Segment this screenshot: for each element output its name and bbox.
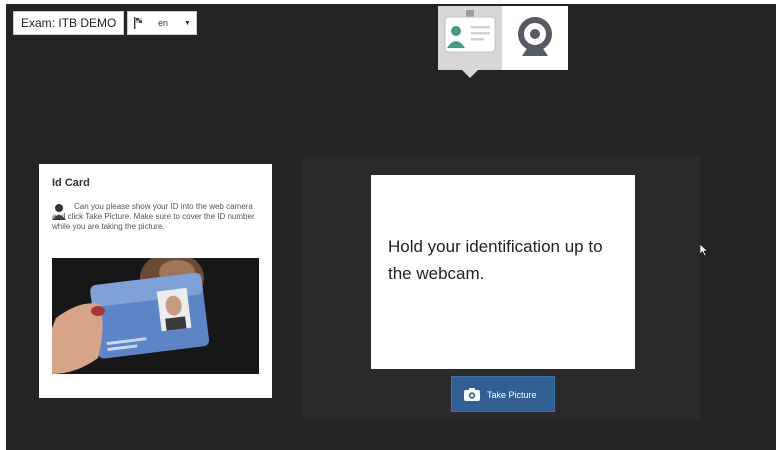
panel-title: Id Card [52, 177, 90, 189]
camera-icon [464, 388, 480, 401]
exam-proctoring-screen: Exam: ITB DEMO en ▼ Id Card Can you plea… [6, 4, 776, 450]
id-instructions: Can you please show your ID into the web… [52, 202, 255, 231]
id-badge-icon [444, 10, 496, 53]
chevron-down-icon: ▼ [184, 20, 191, 27]
webcam-icon [518, 17, 552, 56]
take-picture-label: Take Picture [487, 390, 537, 400]
webcam-instruction-text: Hold your identification up to the webca… [388, 237, 603, 283]
take-picture-button[interactable]: Take Picture [451, 376, 555, 412]
flag-icon [134, 17, 142, 29]
webcam-instruction-box: Hold your identification up to the webca… [371, 175, 635, 369]
tab-id-card[interactable] [438, 6, 502, 70]
tab-webcam[interactable] [502, 6, 568, 70]
step-tabs [438, 6, 568, 78]
exam-label: Exam: ITB DEMO [13, 11, 125, 35]
active-tab-pointer [462, 70, 478, 78]
language-value: en [158, 18, 169, 28]
id-card-example-photo [52, 258, 259, 374]
id-card-panel: Id Card Can you please show your ID into… [39, 164, 272, 398]
example-id-photo [52, 258, 259, 374]
mouse-cursor-icon [700, 244, 708, 256]
language-select[interactable]: en ▼ [127, 11, 197, 35]
